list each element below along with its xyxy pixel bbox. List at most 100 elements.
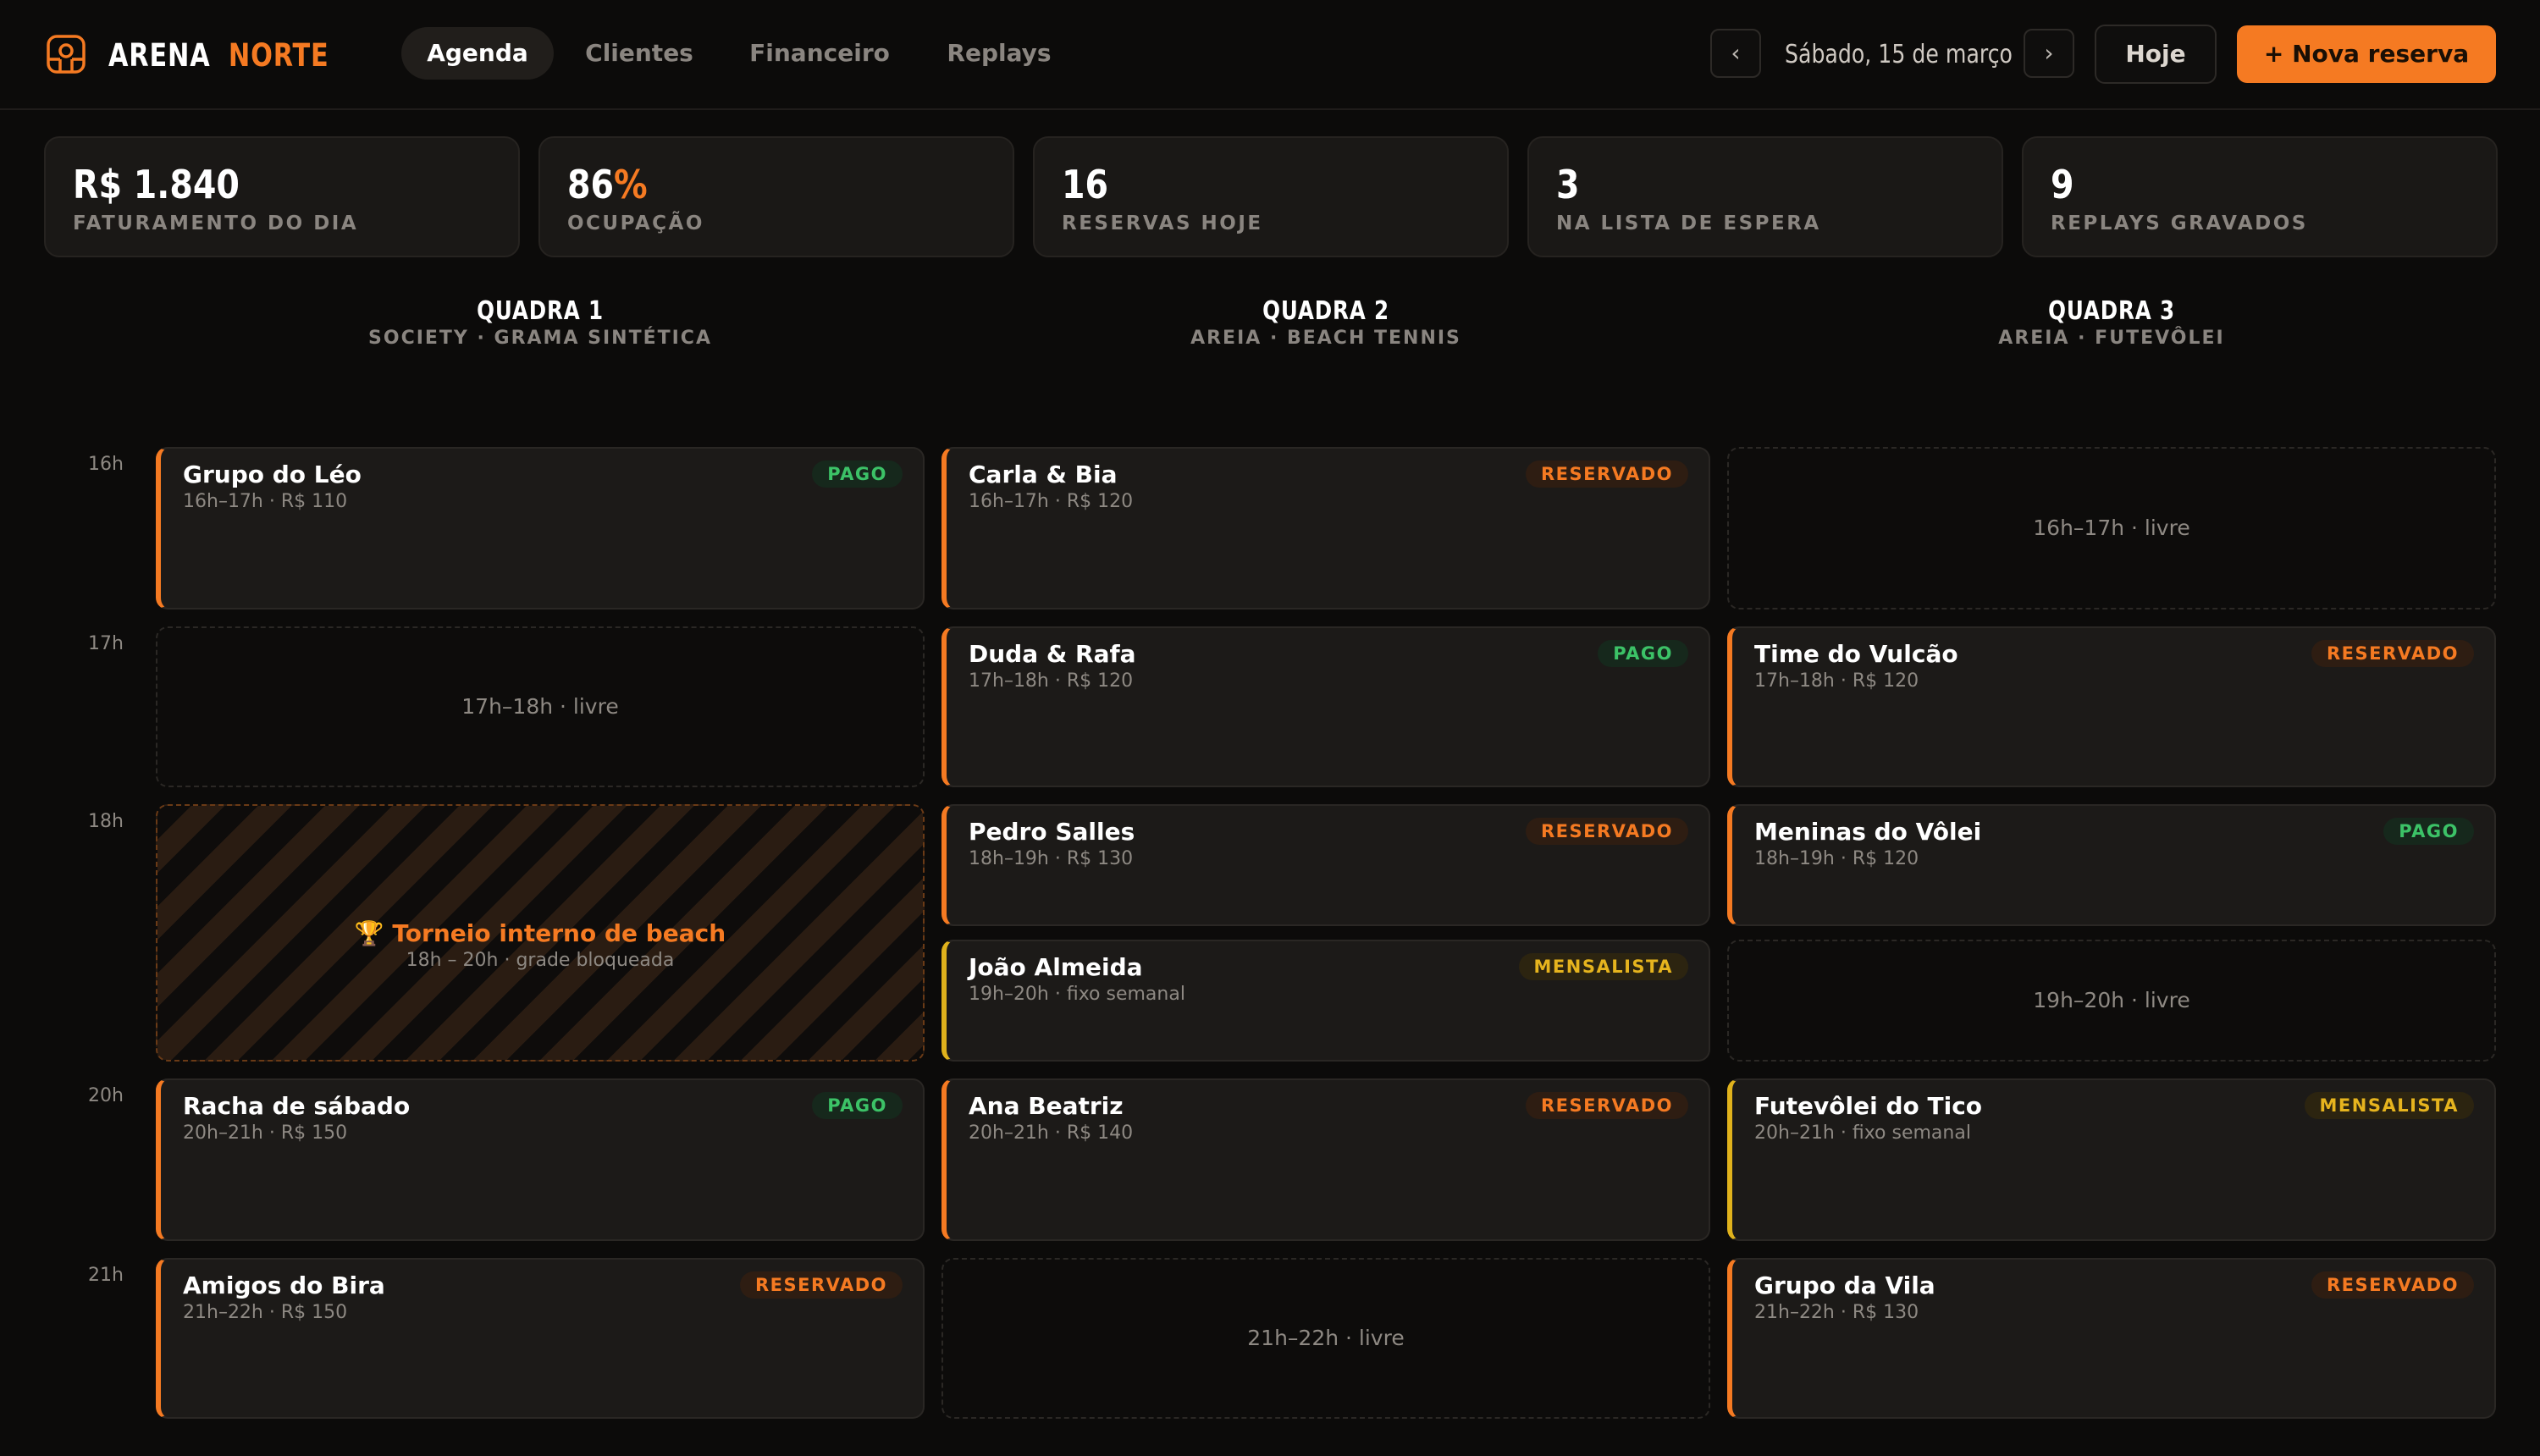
court-header-2: QUADRA 2 AREIA · BEACH TENNIS	[941, 296, 1710, 350]
hour-label: 16h	[88, 454, 124, 475]
booking-name: Duda & Rafa	[969, 640, 1136, 668]
booking-name: João Almeida	[969, 953, 1143, 981]
free-slot[interactable]: 17h–18h · livre	[156, 626, 925, 787]
status-badge: PAGO	[812, 1092, 903, 1119]
booking-card[interactable]: Racha de sábado 20h–21h · R$ 150 PAGO	[156, 1078, 925, 1241]
booking-name: Carla & Bia	[969, 461, 1118, 488]
status-badge: RESERVADO	[739, 1271, 903, 1299]
hour-label: 18h	[88, 811, 124, 832]
booking-name: Ana Beatriz	[969, 1092, 1124, 1120]
booking-card[interactable]: Futevôlei do Tico 20h–21h · fixo semanal…	[1727, 1078, 2496, 1241]
stat-value: 16	[1062, 162, 1109, 207]
court-title: QUADRA 3	[2048, 296, 2175, 326]
status-badge: RESERVADO	[1525, 1092, 1688, 1119]
booking-name: Racha de sábado	[183, 1092, 411, 1120]
blocked-slot[interactable]: 🏆 Torneio interno de beach 18h – 20h · g…	[156, 804, 925, 1062]
tab-financeiro[interactable]: Financeiro	[737, 27, 903, 80]
tab-replays[interactable]: Replays	[930, 27, 1068, 80]
top-bar: ARENA NORTE Agenda Clientes Financeiro Re…	[0, 0, 2540, 110]
current-date: Sábado, 15 de março	[1785, 40, 2013, 69]
booking-card[interactable]: Grupo da Vila 21h–22h · R$ 130 RESERVADO	[1727, 1258, 2496, 1419]
stat-value: R$ 1.840	[73, 162, 240, 207]
brand-word-1: ARENA	[108, 37, 211, 74]
status-badge: PAGO	[2383, 818, 2474, 845]
court-header-1: QUADRA 1 SOCIETY · GRAMA SINTÉTICA	[156, 296, 925, 350]
next-day-button[interactable]: ›	[2024, 29, 2074, 78]
status-badge: MENSALISTA	[2304, 1092, 2474, 1119]
free-slot[interactable]: 21h–22h · livre	[941, 1258, 1710, 1419]
hour-label: 20h	[88, 1085, 124, 1106]
today-button[interactable]: Hoje	[2095, 25, 2217, 84]
booking-meta: 20h–21h · R$ 150	[183, 1122, 348, 1144]
booking-meta: 19h–20h · fixo semanal	[969, 984, 1185, 1005]
status-badge: RESERVADO	[1525, 818, 1688, 845]
stat-label: REPLAYS GRAVADOS	[2051, 212, 2308, 234]
stat-label: FATURAMENTO DO DIA	[73, 212, 359, 234]
tab-agenda[interactable]: Agenda	[401, 27, 554, 80]
status-badge: PAGO	[812, 461, 903, 488]
new-booking-button[interactable]: + Nova reserva	[2237, 25, 2496, 83]
booking-meta: 16h–17h · R$ 120	[969, 491, 1134, 512]
booking-card[interactable]: João Almeida 19h–20h · fixo semanal MENS…	[941, 940, 1710, 1062]
booking-card[interactable]: Meninas do Vôlei 18h–19h · R$ 120 PAGO	[1727, 804, 2496, 926]
booking-card[interactable]: Time do Vulcão 17h–18h · R$ 120 RESERVAD…	[1727, 626, 2496, 787]
booking-card[interactable]: Carla & Bia 16h–17h · R$ 120 RESERVADO	[941, 447, 1710, 609]
booking-name: Amigos do Bira	[183, 1271, 385, 1299]
booking-name: Pedro Salles	[969, 818, 1135, 846]
booking-meta: 18h–19h · R$ 120	[1754, 848, 1919, 869]
status-badge: RESERVADO	[2311, 640, 2474, 667]
stat-card-replays: 9 REPLAYS GRAVADOS	[2022, 136, 2498, 257]
chevron-right-icon: ›	[2044, 39, 2054, 67]
stat-card-waitlist: 3 NA LISTA DE ESPERA	[1527, 136, 2003, 257]
brand-name: ARENA NORTE	[108, 34, 329, 78]
blocked-title: 🏆 Torneio interno de beach	[354, 919, 726, 947]
booking-meta: 21h–22h · R$ 130	[1754, 1302, 1919, 1323]
booking-card[interactable]: Grupo do Léo 16h–17h · R$ 110 PAGO	[156, 447, 925, 609]
stat-card-occupancy: 86% OCUPAÇÃO	[538, 136, 1014, 257]
court-subtitle: SOCIETY · GRAMA SINTÉTICA	[368, 328, 712, 349]
stat-card-revenue: R$ 1.840 FATURAMENTO DO DIA	[44, 136, 520, 257]
prev-day-button[interactable]: ‹	[1710, 29, 1761, 78]
hour-label: 17h	[88, 633, 124, 654]
stat-label: NA LISTA DE ESPERA	[1556, 212, 1821, 234]
stat-card-bookings: 16 RESERVAS HOJE	[1033, 136, 1509, 257]
booking-card[interactable]: Amigos do Bira 21h–22h · R$ 150 RESERVAD…	[156, 1258, 925, 1419]
status-badge: RESERVADO	[1525, 461, 1688, 488]
chevron-left-icon: ‹	[1731, 39, 1741, 67]
court-title: QUADRA 2	[1262, 296, 1389, 326]
booking-meta: 20h–21h · R$ 140	[969, 1122, 1134, 1144]
blocked-meta: 18h – 20h · grade bloqueada	[406, 950, 675, 971]
tab-clientes[interactable]: Clientes	[571, 27, 708, 80]
booking-name: Futevôlei do Tico	[1754, 1092, 1983, 1120]
court-icon	[47, 35, 86, 74]
booking-name: Grupo da Vila	[1754, 1271, 1935, 1299]
booking-meta: 16h–17h · R$ 110	[183, 491, 348, 512]
court-subtitle: AREIA · FUTEVÔLEI	[1998, 328, 2225, 349]
booking-name: Time do Vulcão	[1754, 640, 1958, 668]
stat-value: 9	[2051, 162, 2074, 207]
booking-card[interactable]: Ana Beatriz 20h–21h · R$ 140 RESERVADO	[941, 1078, 1710, 1241]
court-title: QUADRA 1	[477, 296, 604, 326]
hour-label: 21h	[88, 1265, 124, 1286]
status-badge: MENSALISTA	[1518, 953, 1688, 980]
booking-meta: 18h–19h · R$ 130	[969, 848, 1134, 869]
court-subtitle: AREIA · BEACH TENNIS	[1190, 328, 1461, 349]
booking-name: Meninas do Vôlei	[1754, 818, 1982, 846]
brand-word-2: NORTE	[228, 37, 329, 74]
free-slot[interactable]: 19h–20h · livre	[1727, 940, 2496, 1062]
booking-meta: 20h–21h · fixo semanal	[1754, 1122, 1971, 1144]
booking-meta: 21h–22h · R$ 150	[183, 1302, 348, 1323]
court-header-3: QUADRA 3 AREIA · FUTEVÔLEI	[1727, 296, 2496, 350]
status-badge: RESERVADO	[2311, 1271, 2474, 1299]
booking-meta: 17h–18h · R$ 120	[1754, 670, 1919, 692]
booking-meta: 17h–18h · R$ 120	[969, 670, 1134, 692]
free-slot[interactable]: 16h–17h · livre	[1727, 447, 2496, 609]
booking-name: Grupo do Léo	[183, 461, 362, 488]
booking-card[interactable]: Pedro Salles 18h–19h · R$ 130 RESERVADO	[941, 804, 1710, 926]
booking-card[interactable]: Duda & Rafa 17h–18h · R$ 120 PAGO	[941, 626, 1710, 787]
percent-sign: %	[614, 162, 648, 207]
stat-label: OCUPAÇÃO	[567, 212, 704, 234]
stat-value: 3	[1556, 162, 1580, 207]
stat-label: RESERVAS HOJE	[1062, 212, 1263, 234]
stat-value: 86%	[567, 162, 648, 207]
